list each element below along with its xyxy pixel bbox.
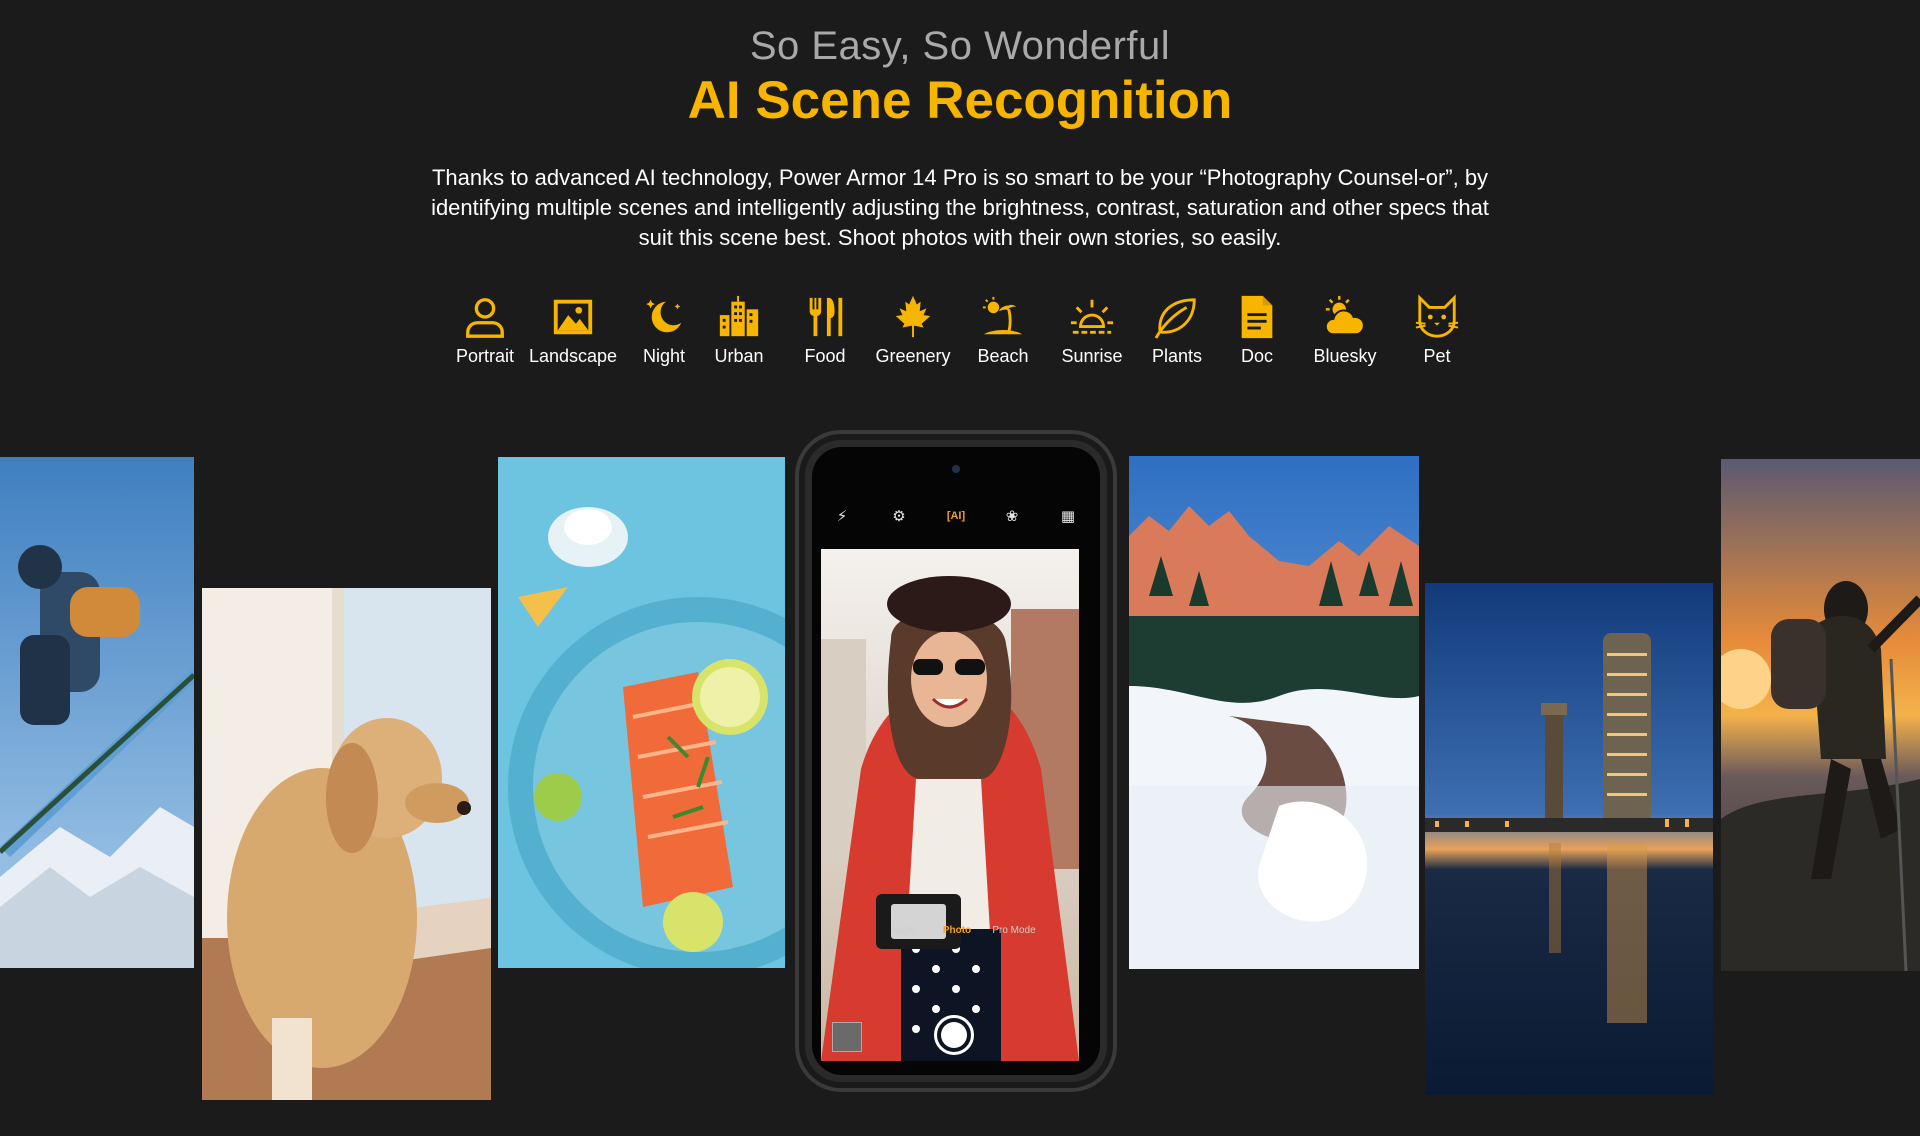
skier-photo [0,457,194,968]
gallery-thumbnail[interactable] [832,1022,862,1052]
camera-modes: Night Photo Pro Mode [812,925,1100,945]
scene-beach: Beach [953,294,1053,367]
scene-greenery: Greenery [863,294,963,367]
mode-pro[interactable]: Pro Mode [992,925,1035,936]
shutter-button[interactable] [934,1015,974,1055]
scene-pet: Pet [1387,294,1487,367]
mode-night[interactable]: Night [892,925,915,936]
bluesky-icon [1324,295,1365,336]
scene-label: Landscape [528,346,618,366]
phone-screen: ⚡ ⚙ [AI] ❀ ▦ Night Photo Pro Mode [812,447,1100,1075]
settings-icon[interactable]: ⚙ [884,501,914,531]
sunrise-icon [1070,299,1114,334]
greenery-icon [895,295,931,338]
mode-photo[interactable]: Photo [943,925,971,936]
scene-landscape: Landscape [523,294,623,367]
scene-doc: Doc [1207,294,1307,367]
front-camera [952,465,960,473]
scene-label: Portrait [455,346,515,366]
description: Thanks to advanced AI technology, Power … [431,165,1489,250]
scene-label: Greenery [875,346,951,366]
viewfinder [821,549,1079,1061]
sunset-photo [1721,459,1920,971]
scene-label: Urban [714,346,764,366]
scene-label: Beach [977,346,1029,366]
dog-photo [202,588,491,1100]
ai-icon[interactable]: [AI] [941,501,971,531]
camera-toolbar: ⚡ ⚙ [AI] ❀ ▦ [812,501,1100,531]
landscape-icon [553,299,593,335]
page-title: AI Scene Recognition [687,71,1233,130]
filter-icon[interactable]: ❀ [997,501,1027,531]
scene-label: Food [804,346,846,366]
pet-icon [1415,294,1459,338]
grid-icon[interactable]: ▦ [1053,501,1083,531]
scene-food: Food [775,294,875,367]
food-photo [498,457,785,968]
flash-off-icon[interactable]: ⚡ [827,501,857,531]
scene-label: Pet [1423,346,1451,366]
scene-icon-row: Portrait Landscape Night Urban Food Gree… [0,294,1920,374]
phone-device: ⚡ ⚙ [AI] ❀ ▦ Night Photo Pro Mode [795,430,1117,1092]
beach-icon [982,296,1023,335]
scene-label: Bluesky [1313,346,1377,366]
plants-icon [1154,298,1196,339]
urban-icon [719,295,759,337]
urban-night-photo [1425,583,1713,1095]
doc-icon [1241,295,1273,339]
scene-bluesky: Bluesky [1295,294,1395,367]
landscape-photo [1129,456,1419,969]
portrait-icon [466,298,504,338]
food-icon [809,297,843,337]
scene-label: Doc [1240,346,1273,366]
night-icon [646,299,682,333]
scene-portrait: Portrait [435,294,535,367]
scene-urban: Urban [689,294,789,367]
subtitle: So Easy, So Wonderful [749,24,1171,68]
